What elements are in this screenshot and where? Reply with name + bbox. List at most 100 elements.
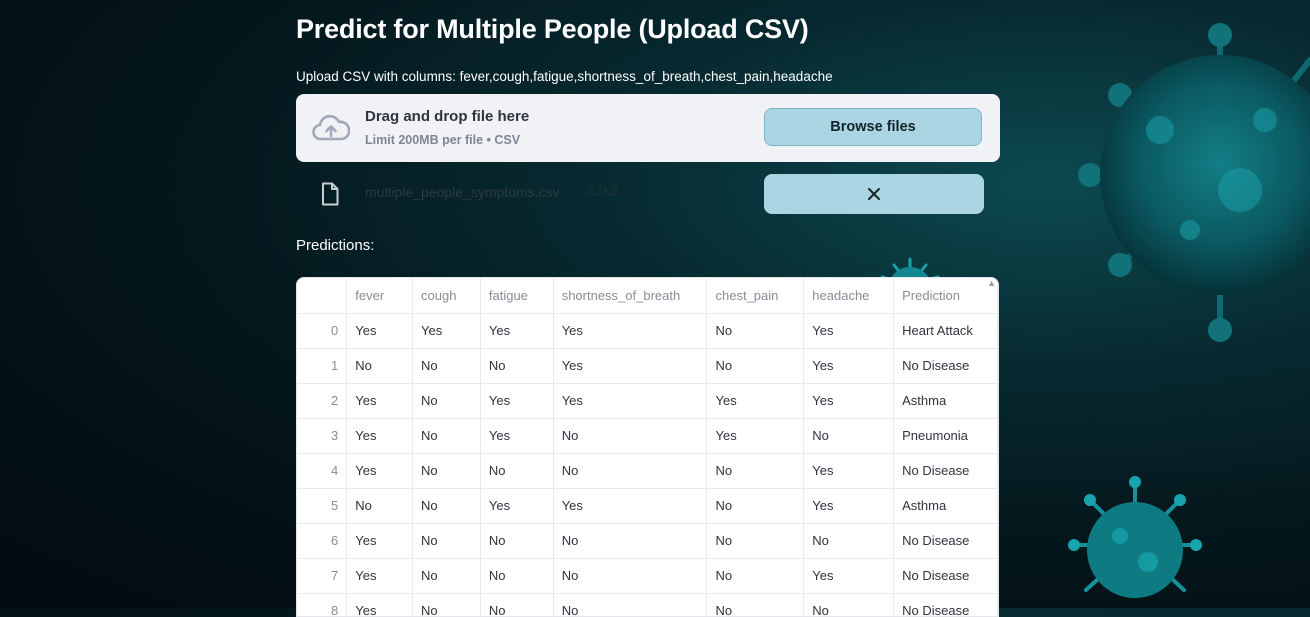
cough-cell[interactable]: No: [412, 348, 481, 384]
column-header-headache[interactable]: headache: [803, 278, 895, 314]
uploaded-file-name: multiple_people_symptoms.csv: [365, 184, 560, 200]
fever-cell[interactable]: No: [346, 488, 414, 524]
fatigue-cell[interactable]: No: [480, 453, 554, 489]
fatigue-cell[interactable]: No: [480, 558, 554, 594]
table-header-row: fever cough fatigue shortness_of_breath …: [297, 278, 998, 314]
headache-cell[interactable]: No: [803, 593, 895, 616]
virus-background-image: [1000, 0, 1310, 350]
scroll-up-icon[interactable]: ▲: [987, 278, 996, 288]
browse-files-button[interactable]: Browse files: [764, 108, 982, 146]
shortness-of-breath-cell[interactable]: No: [553, 453, 708, 489]
prediction-cell[interactable]: No Disease: [893, 593, 998, 616]
dropzone-limit-text: Limit 200MB per file • CSV: [365, 133, 521, 147]
prediction-cell[interactable]: No Disease: [893, 348, 998, 384]
shortness-of-breath-cell[interactable]: Yes: [553, 383, 708, 419]
prediction-cell[interactable]: Asthma: [893, 488, 998, 524]
shortness-of-breath-cell[interactable]: Yes: [553, 313, 708, 349]
chest-pain-cell[interactable]: No: [706, 313, 805, 349]
chest-pain-cell[interactable]: No: [706, 593, 805, 616]
cough-cell[interactable]: No: [412, 558, 481, 594]
prediction-cell[interactable]: Heart Attack: [893, 313, 998, 349]
headache-cell[interactable]: Yes: [803, 383, 895, 419]
headache-cell[interactable]: Yes: [803, 488, 895, 524]
row-index[interactable]: 1: [297, 348, 348, 384]
column-header-chest-pain[interactable]: chest_pain: [706, 278, 805, 314]
cough-cell[interactable]: No: [412, 418, 481, 454]
virus-background-image-bottom: [1060, 470, 1210, 608]
fatigue-cell[interactable]: No: [480, 593, 554, 616]
cloud-upload-icon: [312, 112, 351, 144]
column-header-cough[interactable]: cough: [412, 278, 481, 314]
row-index[interactable]: 5: [297, 488, 348, 524]
row-index[interactable]: 8: [297, 593, 348, 616]
shortness-of-breath-cell[interactable]: No: [553, 523, 708, 559]
row-index[interactable]: 4: [297, 453, 348, 489]
shortness-of-breath-cell[interactable]: No: [553, 593, 708, 616]
headache-cell[interactable]: No: [803, 418, 895, 454]
fever-cell[interactable]: Yes: [346, 418, 414, 454]
column-header-index[interactable]: [297, 278, 348, 314]
remove-file-button[interactable]: [764, 174, 984, 214]
shortness-of-breath-cell[interactable]: No: [553, 558, 708, 594]
fatigue-cell[interactable]: No: [480, 348, 554, 384]
fever-cell[interactable]: Yes: [346, 558, 414, 594]
fever-cell[interactable]: Yes: [346, 453, 414, 489]
file-dropzone[interactable]: Drag and drop file here Limit 200MB per …: [296, 94, 1000, 162]
shortness-of-breath-cell[interactable]: No: [553, 418, 708, 454]
column-header-fever[interactable]: fever: [346, 278, 414, 314]
prediction-cell[interactable]: Pneumonia: [893, 418, 998, 454]
table-row: 0 Yes Yes Yes Yes No Yes Heart Attack: [297, 313, 998, 349]
fever-cell[interactable]: Yes: [346, 313, 414, 349]
cough-cell[interactable]: No: [412, 593, 481, 616]
cough-cell[interactable]: No: [412, 488, 481, 524]
cough-cell[interactable]: No: [412, 383, 481, 419]
uploaded-file-size: 2.1KB: [587, 186, 619, 198]
table-row: 3 Yes No Yes No Yes No Pneumonia: [297, 418, 998, 454]
predictions-table[interactable]: ▲ fever cough fatigue shortness_of_breat…: [296, 277, 999, 617]
prediction-cell[interactable]: No Disease: [893, 453, 998, 489]
chest-pain-cell[interactable]: No: [706, 523, 805, 559]
fatigue-cell[interactable]: No: [480, 523, 554, 559]
fever-cell[interactable]: No: [346, 348, 414, 384]
fatigue-cell[interactable]: Yes: [480, 418, 554, 454]
cough-cell[interactable]: No: [412, 453, 481, 489]
prediction-cell[interactable]: No Disease: [893, 523, 998, 559]
headache-cell[interactable]: Yes: [803, 453, 895, 489]
row-index[interactable]: 6: [297, 523, 348, 559]
headache-cell[interactable]: No: [803, 523, 895, 559]
fever-cell[interactable]: Yes: [346, 383, 414, 419]
table-row: 1 No No No Yes No Yes No Disease: [297, 348, 998, 384]
dropzone-title: Drag and drop file here: [365, 108, 530, 125]
chest-pain-cell[interactable]: No: [706, 488, 805, 524]
column-header-shortness-of-breath[interactable]: shortness_of_breath: [553, 278, 708, 314]
cough-cell[interactable]: No: [412, 523, 481, 559]
chest-pain-cell[interactable]: No: [706, 348, 805, 384]
chest-pain-cell[interactable]: Yes: [706, 418, 805, 454]
column-header-fatigue[interactable]: fatigue: [480, 278, 554, 314]
cough-cell[interactable]: Yes: [412, 313, 481, 349]
fever-cell[interactable]: Yes: [346, 523, 414, 559]
row-index[interactable]: 7: [297, 558, 348, 594]
chest-pain-cell[interactable]: Yes: [706, 383, 805, 419]
table-row: 6 Yes No No No No No No Disease: [297, 523, 998, 559]
fever-cell[interactable]: Yes: [346, 593, 414, 616]
column-header-prediction[interactable]: Prediction: [893, 278, 998, 314]
shortness-of-breath-cell[interactable]: Yes: [553, 488, 708, 524]
row-index[interactable]: 0: [297, 313, 348, 349]
row-index[interactable]: 2: [297, 383, 348, 419]
headache-cell[interactable]: Yes: [803, 558, 895, 594]
row-index[interactable]: 3: [297, 418, 348, 454]
file-icon: [320, 182, 340, 206]
fatigue-cell[interactable]: Yes: [480, 383, 554, 419]
fatigue-cell[interactable]: Yes: [480, 313, 554, 349]
chest-pain-cell[interactable]: No: [706, 558, 805, 594]
prediction-cell[interactable]: No Disease: [893, 558, 998, 594]
prediction-cell[interactable]: Asthma: [893, 383, 998, 419]
chest-pain-cell[interactable]: No: [706, 453, 805, 489]
fatigue-cell[interactable]: Yes: [480, 488, 554, 524]
table-row: 8 Yes No No No No No No Disease: [297, 593, 998, 616]
headache-cell[interactable]: Yes: [803, 348, 895, 384]
headache-cell[interactable]: Yes: [803, 313, 895, 349]
shortness-of-breath-cell[interactable]: Yes: [553, 348, 708, 384]
page-title: Predict for Multiple People (Upload CSV): [296, 14, 809, 44]
